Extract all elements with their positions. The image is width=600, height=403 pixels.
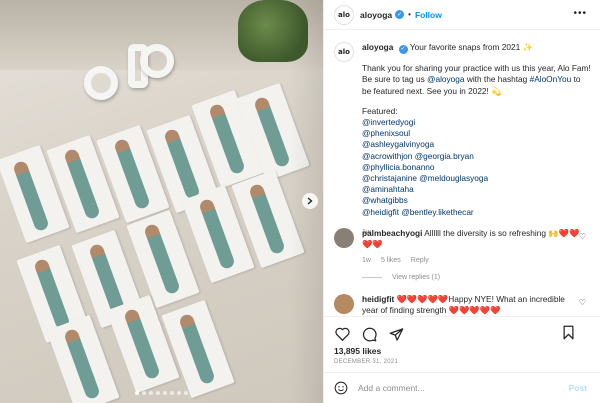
carousel-dot <box>184 391 188 395</box>
commenter-avatar[interactable] <box>334 294 354 314</box>
follow-button[interactable]: Follow <box>415 10 442 20</box>
comment-body: palmbeachyogi Allllll the diversity is s… <box>362 228 582 266</box>
comment-input[interactable] <box>358 383 548 393</box>
more-options-icon[interactable]: ••• <box>573 8 587 19</box>
carousel-dot <box>156 391 160 395</box>
comment-meta: 1w 5 likes Reply <box>362 255 582 266</box>
post-date[interactable]: DECEMBER 31, 2021 <box>334 359 398 365</box>
alo-logo-letter-a <box>84 66 118 100</box>
featured-label: Featured: <box>362 105 398 116</box>
avatar-text: alo <box>338 48 350 56</box>
commenter-avatar[interactable] <box>334 228 354 248</box>
carousel-indicator <box>135 391 188 395</box>
post-comment-button[interactable]: Post <box>569 383 587 393</box>
featured-tag[interactable]: @invertedyogi <box>362 117 592 128</box>
carousel-dot <box>163 391 167 395</box>
bookmark-save-icon[interactable] <box>560 324 576 340</box>
carousel-dot <box>170 391 174 395</box>
post-photo[interactable] <box>0 0 323 403</box>
featured-tag[interactable]: @whatgibbs <box>362 195 592 206</box>
caption-body: aloyoga ✓ Your favorite snaps from 2021 … <box>362 42 592 238</box>
comment-body: heidigfit ❤️❤️❤️❤️❤️Happy NYE! What an i… <box>362 294 582 316</box>
view-replies-label: View replies (1) <box>392 274 441 281</box>
emoji-smile-icon[interactable] <box>334 381 348 395</box>
alo-logo-letter-o <box>140 44 174 78</box>
comment-time[interactable]: 1w <box>362 255 371 266</box>
featured-tag[interactable]: @heidigfit @bentley.likethecar <box>362 207 592 218</box>
comment-username[interactable]: heidigfit <box>362 294 394 304</box>
comment-bubble-icon[interactable] <box>361 326 377 342</box>
comment-likes[interactable]: 5 likes <box>381 255 401 266</box>
avatar-text: alo <box>338 10 350 19</box>
share-paper-plane-icon[interactable] <box>388 326 404 342</box>
featured-tag[interactable]: @ashleygalvinyoga <box>362 139 592 150</box>
mention-link[interactable]: @aloyoga <box>427 74 465 84</box>
chevron-right-icon <box>307 197 313 205</box>
comment-item: palmbeachyogi Allllll the diversity is s… <box>334 228 596 266</box>
comment-like-heart-icon[interactable]: ♡ <box>579 232 586 241</box>
post-caption: alo aloyoga ✓ Your favorite snaps from 2… <box>334 42 592 238</box>
caption-text: with the hashtag <box>464 74 530 85</box>
featured-tag[interactable]: @phenixsoul <box>362 128 592 139</box>
carousel-dot <box>135 391 139 395</box>
post-header: alo aloyoga ✓ • Follow ••• <box>324 0 600 30</box>
carousel-dot <box>177 391 181 395</box>
comment-item: heidigfit ❤️❤️❤️❤️❤️Happy NYE! What an i… <box>334 294 596 316</box>
carousel-next-button[interactable] <box>302 193 318 209</box>
verified-badge-icon: ✓ <box>395 10 405 19</box>
instagram-post: alo aloyoga ✓ • Follow ••• alo aloyoga ✓… <box>0 0 600 403</box>
carousel-dot <box>149 391 153 395</box>
add-comment-bar: Post <box>324 372 600 403</box>
featured-tag[interactable]: @acrowithjon @georgia.bryan <box>362 151 592 162</box>
featured-tag[interactable]: @christajanine @meldouglasyoga <box>362 173 592 184</box>
post-sidebar: alo aloyoga ✓ • Follow ••• alo aloyoga ✓… <box>323 0 600 403</box>
like-heart-icon[interactable] <box>334 326 350 342</box>
carousel-dot <box>142 391 146 395</box>
comment-username[interactable]: palmbeachyogi <box>362 228 422 238</box>
caption-paragraph: Thank you for sharing your practice with… <box>362 63 592 97</box>
featured-tags: @invertedyogi @phenixsoul @ashleygalviny… <box>362 117 592 218</box>
verified-badge-icon: ✓ <box>398 45 408 55</box>
header-username[interactable]: aloyoga <box>360 10 392 20</box>
header-separator: • <box>408 10 411 19</box>
reply-button[interactable]: Reply <box>411 255 429 266</box>
hashtag-link[interactable]: #AloOnYou <box>530 74 572 84</box>
featured-tag[interactable]: @phyllicia.bonanno <box>362 162 592 173</box>
comment-like-heart-icon[interactable]: ♡ <box>579 298 586 307</box>
view-replies-button[interactable]: View replies (1) <box>362 274 440 281</box>
profile-avatar[interactable]: alo <box>334 4 354 25</box>
action-bar <box>324 316 600 344</box>
caption-intro: Your favorite snaps from 2021 ✨ <box>409 42 533 52</box>
caption-avatar[interactable]: alo <box>334 42 354 62</box>
caption-username[interactable]: aloyoga <box>362 42 393 52</box>
replies-divider <box>362 277 382 278</box>
likes-count[interactable]: 13,895 likes <box>334 346 381 356</box>
featured-tag[interactable]: @aminahtaha <box>362 184 592 195</box>
